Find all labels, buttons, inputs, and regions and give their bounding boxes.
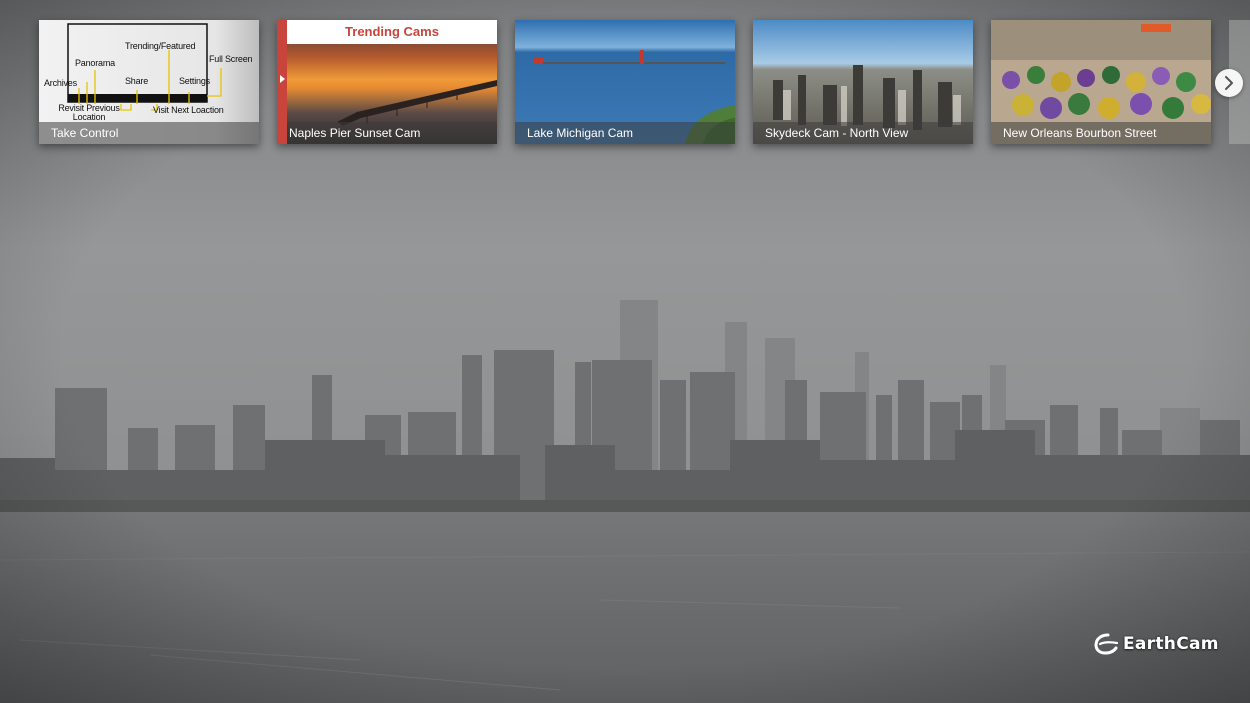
carousel-next-button[interactable] (1215, 69, 1243, 97)
archives-label: Archives (44, 78, 77, 88)
chevron-right-icon (1225, 76, 1233, 90)
card-caption: New Orleans Bourbon Street (991, 122, 1211, 144)
share-label: Share (125, 76, 149, 86)
lake-michigan-card[interactable]: Lake Michigan Cam (515, 20, 735, 144)
trending-featured-label: Trending/Featured (125, 41, 196, 51)
camera-carousel: Trending/Featured Panorama Full Screen A… (0, 0, 1250, 160)
new-orleans-card[interactable]: New Orleans Bourbon Street (991, 20, 1211, 144)
earthcam-logo: EarthCam (1094, 630, 1219, 658)
trending-cam-card[interactable]: Trending Cams Naples Pier Sunset Cam (277, 20, 497, 144)
revisit-previous-label: Revisit Previous Location (58, 103, 120, 122)
full-screen-label: Full Screen (209, 54, 253, 64)
earthcam-globe-icon (1094, 633, 1119, 655)
logo-text: EarthCam (1123, 634, 1219, 654)
panorama-label: Panorama (75, 58, 115, 68)
skydeck-card[interactable]: Skydeck Cam - North View (753, 20, 973, 144)
card-caption: Skydeck Cam - North View (753, 122, 973, 144)
card-caption: Take Control (39, 122, 259, 144)
take-control-card[interactable]: Trending/Featured Panorama Full Screen A… (39, 20, 259, 144)
card-caption: Lake Michigan Cam (515, 122, 735, 144)
card-caption: Naples Pier Sunset Cam (287, 122, 497, 144)
settings-label: Settings (179, 76, 210, 86)
visit-next-label: Visit Next Loaction (153, 105, 224, 115)
play-indicator-icon (280, 75, 285, 83)
trending-header: Trending Cams (287, 20, 497, 44)
